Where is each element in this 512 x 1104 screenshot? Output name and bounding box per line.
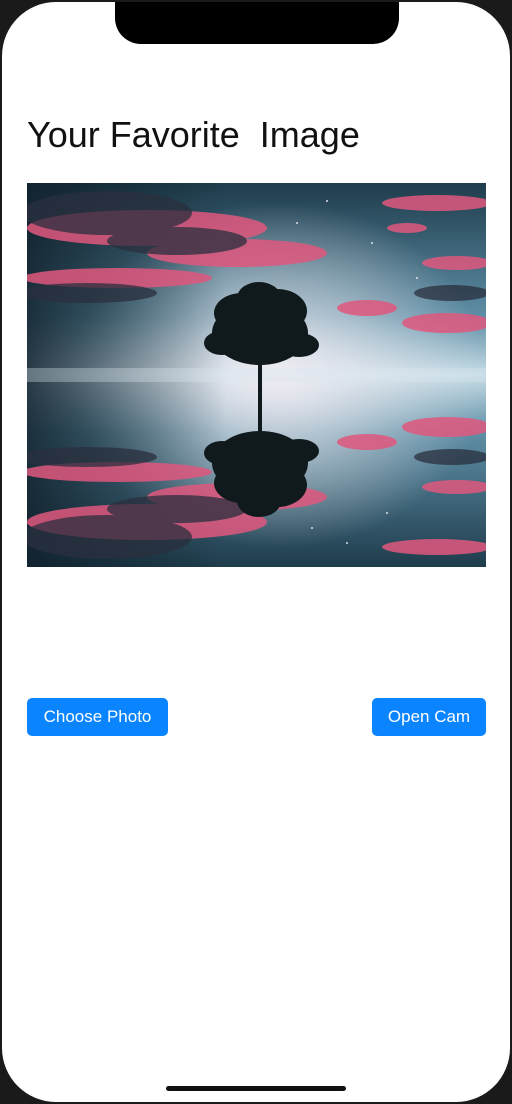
- favorite-image: [27, 183, 486, 567]
- device-notch: [115, 2, 399, 44]
- page-title: Your Favorite Image: [27, 114, 360, 155]
- home-indicator[interactable]: [166, 1086, 346, 1091]
- open-cam-button[interactable]: Open Cam: [372, 698, 486, 736]
- choose-photo-button[interactable]: Choose Photo: [27, 698, 168, 736]
- device-frame: Your Favorite Image Choose Photo Open Ca…: [0, 0, 512, 1104]
- phone-screen: Your Favorite Image Choose Photo Open Ca…: [2, 2, 510, 1102]
